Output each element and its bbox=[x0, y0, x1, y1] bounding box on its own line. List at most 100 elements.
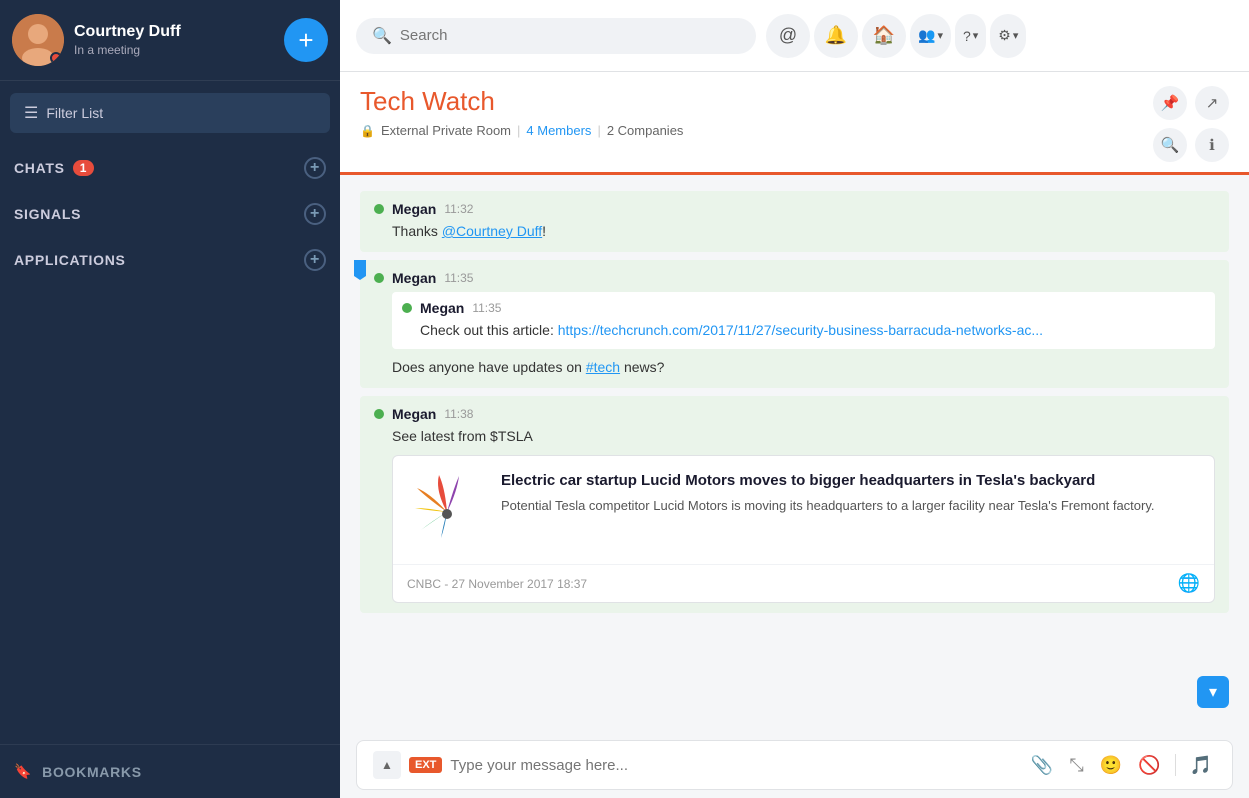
article-card: Electric car startup Lucid Motors moves … bbox=[392, 455, 1215, 603]
user-name: Courtney Duff bbox=[74, 23, 274, 41]
message-group-1: Megan 11:32 Thanks @Courtney Duff! bbox=[360, 191, 1229, 252]
article-desc: Potential Tesla competitor Lucid Motors … bbox=[501, 497, 1200, 515]
nested-message: Megan 11:35 Check out this article: http… bbox=[392, 292, 1215, 349]
scroll-down-button[interactable]: ▾ bbox=[1197, 676, 1229, 708]
notifications-button[interactable]: 🔔 bbox=[814, 14, 858, 58]
time-2: 11:35 bbox=[444, 271, 473, 285]
message-input[interactable] bbox=[450, 757, 1019, 774]
article-footer: CNBC - 27 November 2017 18:37 🌐 bbox=[393, 564, 1214, 602]
room-type: External Private Room bbox=[381, 123, 511, 138]
bookmark-icon: 🔖 bbox=[14, 763, 32, 780]
signals-add-icon[interactable]: + bbox=[304, 203, 326, 225]
ext-badge: EXT bbox=[409, 757, 442, 773]
header-actions: 📌 ↗ 🔍 ℹ bbox=[1153, 86, 1229, 162]
hashtag-link[interactable]: #tech bbox=[586, 359, 620, 375]
search-input[interactable] bbox=[400, 27, 740, 44]
article-link[interactable]: https://techcrunch.com/2017/11/27/securi… bbox=[558, 322, 1043, 338]
companies: 2 Companies bbox=[607, 123, 684, 138]
emoji-button[interactable]: 🙂 bbox=[1096, 753, 1126, 778]
filter-list-label: Filter List bbox=[46, 105, 103, 121]
settings-button[interactable]: ⚙ ▾ bbox=[990, 14, 1026, 58]
people-button[interactable]: 👥 ▾ bbox=[910, 14, 951, 58]
bookmarks[interactable]: 🔖 BOOKMARKS bbox=[0, 744, 340, 798]
sender-1: Megan bbox=[392, 201, 436, 217]
add-button[interactable]: + bbox=[284, 18, 328, 62]
online-indicator bbox=[374, 204, 384, 214]
signals-label: SIGNALS bbox=[14, 206, 81, 222]
message-body-3: See latest from $TSLA bbox=[392, 426, 1215, 447]
home-button[interactable]: 🏠 bbox=[862, 14, 906, 58]
message-body-1: Thanks @Courtney Duff! bbox=[392, 221, 1215, 242]
bookmark-flag bbox=[354, 260, 366, 280]
article-source: CNBC - 27 November 2017 18:37 bbox=[407, 577, 587, 591]
nested-online bbox=[402, 303, 412, 313]
audio-button[interactable]: 🎵 bbox=[1186, 753, 1216, 778]
popout-button[interactable]: ↗ bbox=[1195, 86, 1229, 120]
message-body-2: Does anyone have updates on #tech news? bbox=[392, 357, 1215, 378]
time-1: 11:32 bbox=[444, 202, 473, 216]
nested-body: Check out this article: https://techcrun… bbox=[420, 320, 1205, 341]
input-bar: ▲ EXT 📎 ⤡ 🙂 🚫 🎵 bbox=[356, 740, 1233, 790]
user-info: Courtney Duff In a meeting bbox=[74, 23, 274, 57]
sender-3: Megan bbox=[392, 406, 436, 422]
chat-header: Tech Watch 🔒 External Private Room | 4 M… bbox=[340, 72, 1249, 175]
messages: Megan 11:32 Thanks @Courtney Duff! Megan… bbox=[340, 175, 1249, 732]
input-divider bbox=[1175, 754, 1176, 776]
search-room-button[interactable]: 🔍 bbox=[1153, 128, 1187, 162]
article-card-body: Electric car startup Lucid Motors moves … bbox=[393, 456, 1214, 564]
attachment-button[interactable]: 📎 bbox=[1027, 753, 1057, 778]
sender-2: Megan bbox=[392, 270, 436, 286]
mention-link[interactable]: @Courtney Duff bbox=[442, 223, 542, 239]
globe-icon: 🌐 bbox=[1178, 573, 1200, 594]
separator1: | bbox=[517, 123, 520, 138]
online-indicator-3 bbox=[374, 409, 384, 419]
chat-content: Tech Watch 🔒 External Private Room | 4 M… bbox=[340, 72, 1249, 798]
sidebar: Courtney Duff In a meeting + ☰ Filter Li… bbox=[0, 0, 340, 798]
room-meta: 🔒 External Private Room | 4 Members | 2 … bbox=[360, 123, 683, 138]
sidebar-item-chats[interactable]: CHATS 1 + bbox=[0, 145, 340, 191]
user-header: Courtney Duff In a meeting + bbox=[0, 0, 340, 81]
sidebar-item-applications[interactable]: APPLICATIONS + bbox=[0, 237, 340, 283]
chats-label: CHATS bbox=[14, 160, 65, 176]
topbar: 🔍 @ 🔔 🏠 👥 ▾ ? ▾ ⚙ ▾ bbox=[340, 0, 1249, 72]
main-content: 🔍 @ 🔔 🏠 👥 ▾ ? ▾ ⚙ ▾ Tech Watch 🔒 Externa… bbox=[340, 0, 1249, 798]
info-button[interactable]: ℹ bbox=[1195, 128, 1229, 162]
chats-add-icon[interactable]: + bbox=[304, 157, 326, 179]
applications-add-icon[interactable]: + bbox=[304, 249, 326, 271]
topbar-icons: @ 🔔 🏠 👥 ▾ ? ▾ ⚙ ▾ bbox=[766, 14, 1026, 58]
room-title: Tech Watch bbox=[360, 86, 683, 117]
separator2: | bbox=[597, 123, 600, 138]
search-box[interactable]: 🔍 bbox=[356, 18, 756, 54]
block-button[interactable]: 🚫 bbox=[1134, 753, 1164, 778]
members-link[interactable]: 4 Members bbox=[526, 123, 591, 138]
user-status: In a meeting bbox=[74, 43, 274, 57]
article-title: Electric car startup Lucid Motors moves … bbox=[501, 470, 1200, 491]
time-3: 11:38 bbox=[444, 407, 473, 421]
article-text: Electric car startup Lucid Motors moves … bbox=[501, 470, 1200, 550]
chats-badge: 1 bbox=[73, 160, 94, 176]
bookmarks-label: BOOKMARKS bbox=[42, 764, 142, 780]
sidebar-item-signals[interactable]: SIGNALS + bbox=[0, 191, 340, 237]
expand-button[interactable]: ⤡ bbox=[1065, 753, 1087, 778]
collapse-button[interactable]: ▲ bbox=[373, 751, 401, 779]
avatar[interactable] bbox=[12, 14, 64, 66]
search-icon: 🔍 bbox=[372, 26, 392, 46]
message-header-3: Megan 11:38 bbox=[374, 406, 1215, 422]
filter-list[interactable]: ☰ Filter List bbox=[10, 93, 330, 133]
mention-button[interactable]: @ bbox=[766, 14, 810, 58]
message-header-2: Megan 11:35 bbox=[374, 270, 1215, 286]
message-header-1: Megan 11:32 bbox=[374, 201, 1215, 217]
message-group-2: Megan 11:35 Megan 11:35 Check out this a… bbox=[360, 260, 1229, 388]
nested-sender: Megan bbox=[420, 300, 464, 316]
status-dot bbox=[50, 52, 62, 64]
filter-icon: ☰ bbox=[24, 103, 38, 123]
nested-header: Megan 11:35 bbox=[402, 300, 1205, 316]
nbc-logo bbox=[407, 470, 487, 550]
message-group-3: Megan 11:38 See latest from $TSLA bbox=[360, 396, 1229, 613]
help-button[interactable]: ? ▾ bbox=[955, 14, 986, 58]
nested-time: 11:35 bbox=[472, 301, 501, 315]
lock-icon: 🔒 bbox=[360, 124, 375, 138]
pin-button[interactable]: 📌 bbox=[1153, 86, 1187, 120]
online-indicator-2 bbox=[374, 273, 384, 283]
applications-label: APPLICATIONS bbox=[14, 252, 126, 268]
